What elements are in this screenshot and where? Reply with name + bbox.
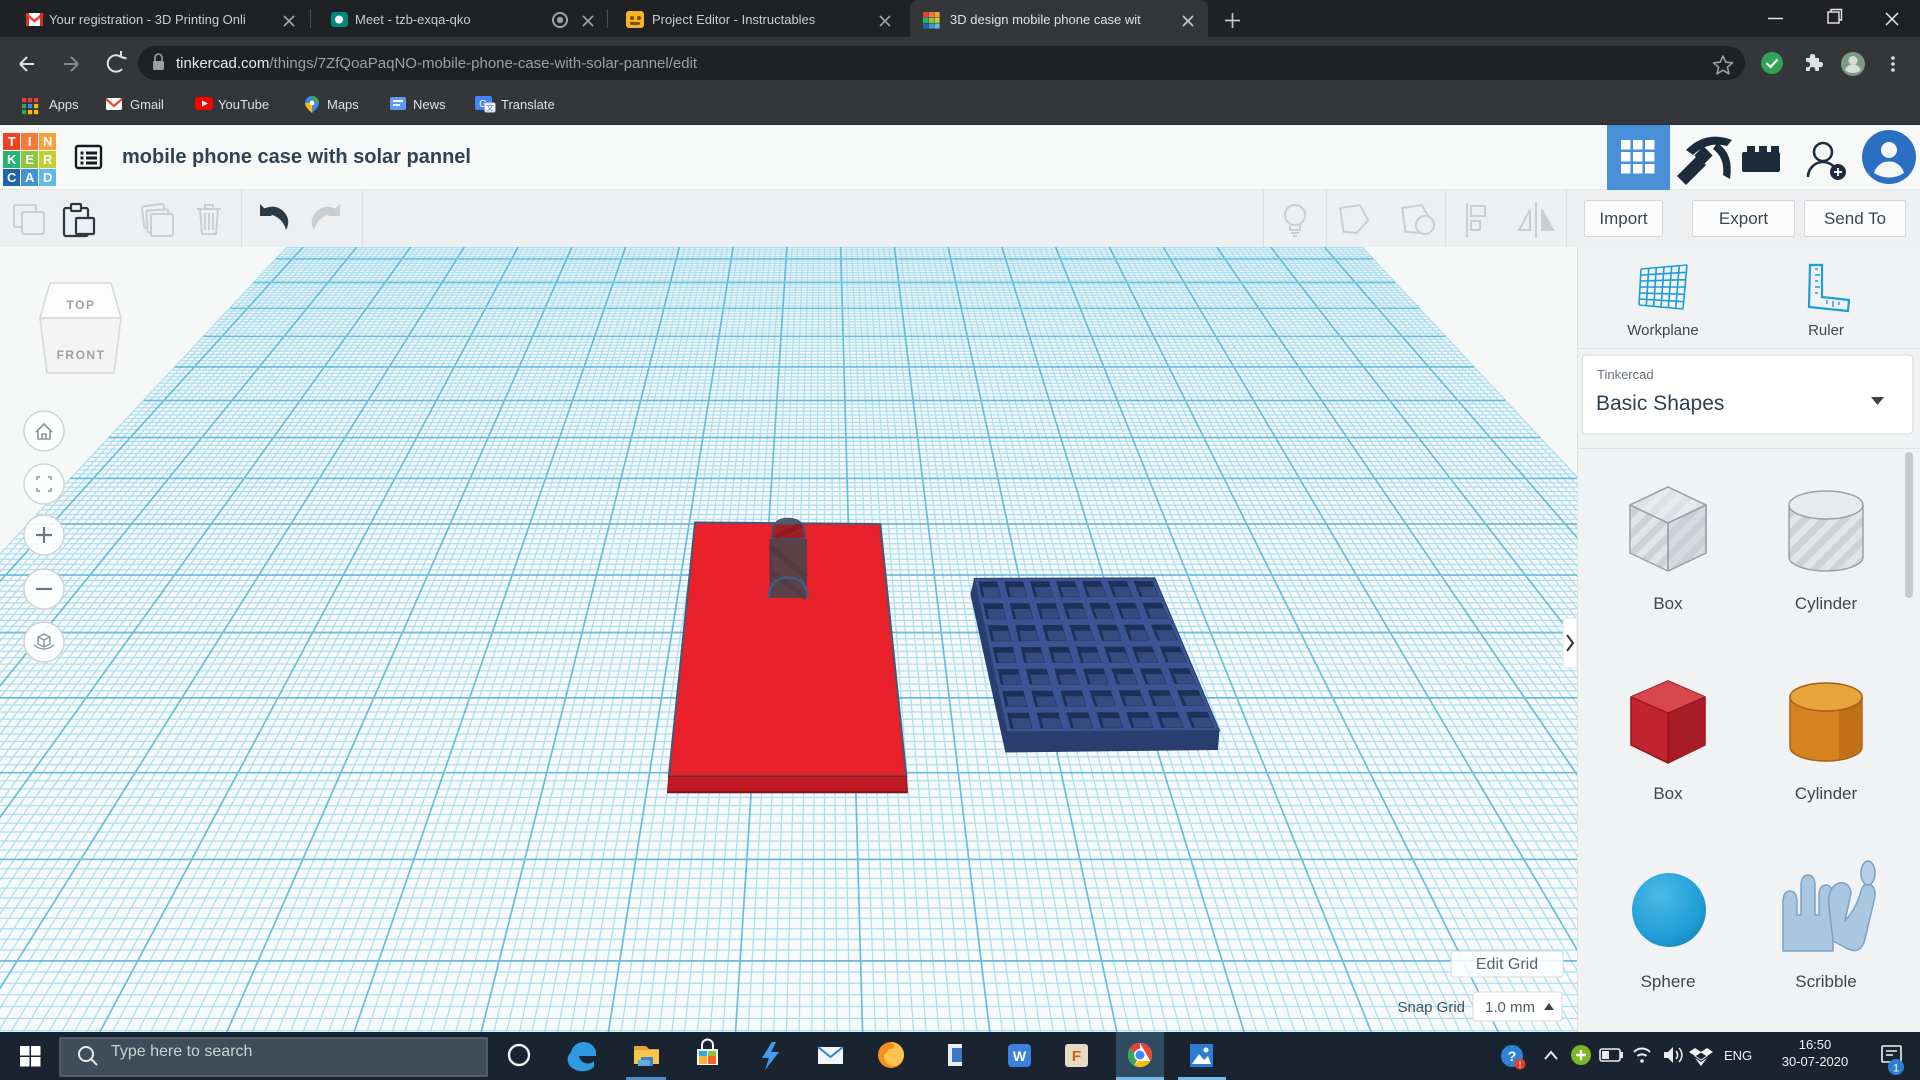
svg-text:?: ?: [1508, 1048, 1517, 1064]
svg-text:!: !: [1519, 1060, 1522, 1070]
svg-text:W: W: [1013, 1048, 1027, 1064]
svg-text:F: F: [1072, 1048, 1081, 1065]
svg-text:1: 1: [1893, 1063, 1899, 1075]
